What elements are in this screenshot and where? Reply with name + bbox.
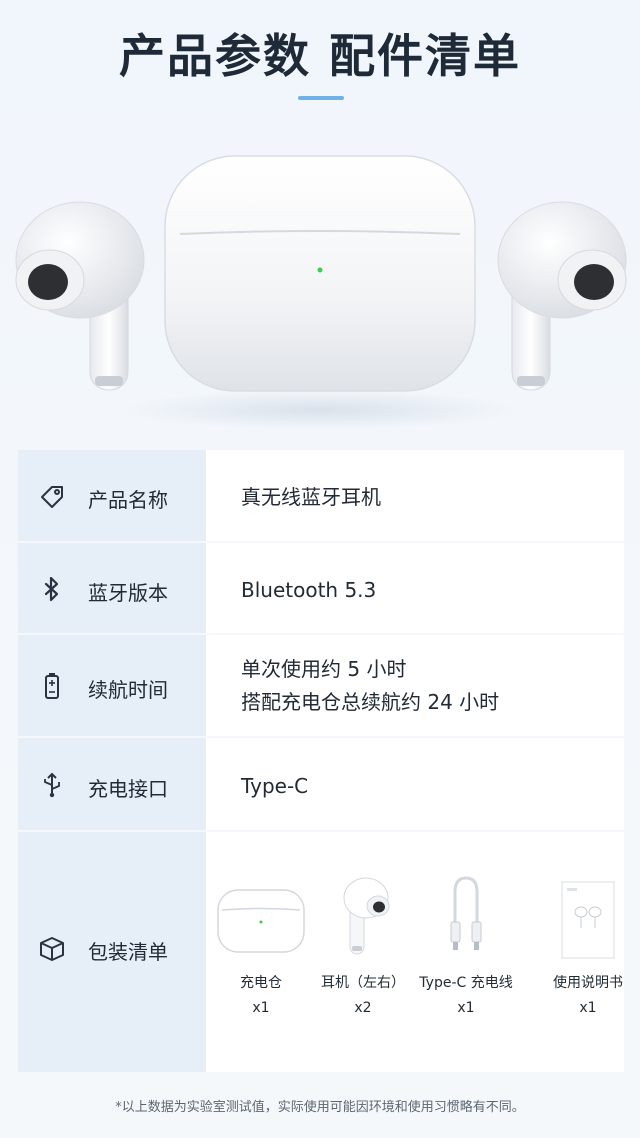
cable-icon [450, 876, 482, 950]
title-underline [298, 96, 344, 100]
spec-label-name: 产品名称 [88, 488, 168, 512]
spec-row-battery: 续航时间 单次使用约 5 小时 搭配充电仓总续航约 24 小时 [18, 635, 624, 738]
package-item-qty: x1 [252, 1000, 270, 1016]
spec-value-battery-line1: 单次使用约 5 小时 [241, 657, 407, 681]
earbud-icon [343, 877, 390, 955]
charging-case-illustration [164, 155, 476, 392]
charging-case-icon [217, 889, 305, 953]
hero-shadow [120, 390, 520, 430]
tag-icon [41, 486, 63, 508]
package-item-cable: Type-C 充电线 x1 [411, 872, 521, 1016]
usb-icon [44, 772, 60, 798]
left-earbud-illustration [15, 201, 145, 391]
page-title: 产品参数 配件清单 [118, 29, 521, 83]
package-item-name: 使用说明书 [553, 975, 623, 991]
package-item-name: 充电仓 [240, 975, 282, 991]
manual-icon [561, 881, 615, 959]
package-item-earbuds: 耳机（左右） x2 [308, 872, 418, 1016]
package-item-name: Type-C 充电线 [419, 975, 513, 991]
spec-value-bluetooth: Bluetooth 5.3 [241, 578, 377, 602]
spec-table: 产品名称 真无线蓝牙耳机 蓝牙版本 Bluetooth 5.3 续航时间 单次使… [18, 450, 624, 1072]
footnote: *以上数据为实验室测试值，实际使用可能因环境和使用习惯略有不同。 [115, 1100, 525, 1115]
package-item-qty: x1 [457, 1000, 475, 1016]
hero-illustration [0, 120, 640, 450]
package-item-case: 充电仓 x1 [206, 872, 316, 1016]
spec-value-port: Type-C [241, 774, 309, 798]
package-item-qty: x2 [354, 1000, 372, 1016]
package-item-manual: 使用说明书 x1 [533, 872, 640, 1016]
spec-value-battery-line2: 搭配充电仓总续航约 24 小时 [241, 690, 500, 714]
package-item-qty: x1 [579, 1000, 597, 1016]
box-icon [40, 937, 64, 961]
spec-label-battery: 续航时间 [88, 678, 168, 702]
spec-label-package: 包装清单 [88, 940, 168, 964]
spec-row-name: 产品名称 真无线蓝牙耳机 [18, 450, 624, 543]
spec-row-bluetooth: 蓝牙版本 Bluetooth 5.3 [18, 543, 624, 635]
spec-value-name: 真无线蓝牙耳机 [241, 485, 381, 509]
spec-label-bluetooth: 蓝牙版本 [88, 581, 168, 605]
bluetooth-icon [44, 576, 59, 602]
spec-row-port: 充电接口 Type-C [18, 738, 624, 832]
spec-row-package: 包装清单 充电仓 x1 耳机（左右） x2 Type-C 充电线 x1 使用说明… [18, 832, 624, 1072]
right-earbud-illustration [497, 201, 627, 391]
package-item-name: 耳机（左右） [321, 975, 405, 991]
battery-icon [45, 673, 59, 699]
spec-label-port: 充电接口 [88, 777, 168, 801]
